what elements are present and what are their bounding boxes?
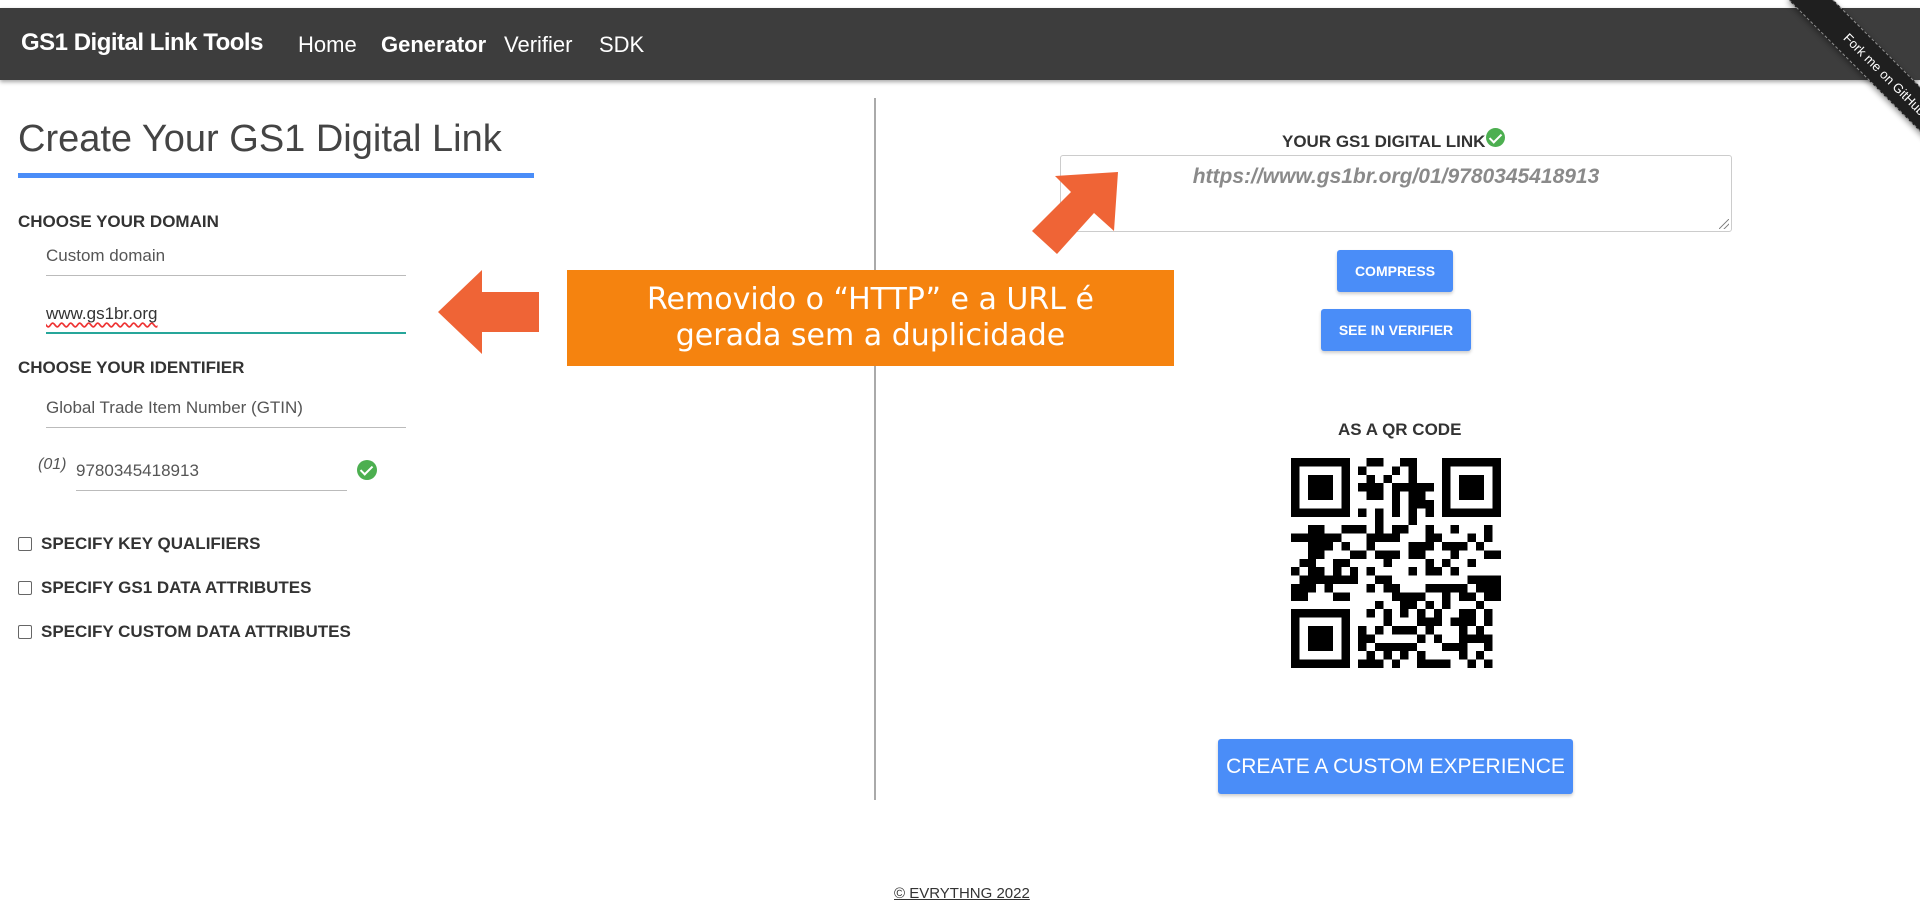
custom-attributes-label[interactable]: SPECIFY CUSTOM DATA ATTRIBUTES: [41, 622, 351, 642]
vertical-divider: [874, 98, 876, 800]
domain-type-value: Custom domain: [46, 246, 166, 265]
check-circle-icon: [1486, 128, 1505, 147]
create-custom-experience-button[interactable]: CREATE A CUSTOM EXPERIENCE: [1218, 739, 1573, 794]
see-in-verifier-button[interactable]: SEE IN VERIFIER: [1321, 309, 1471, 351]
digital-link-output[interactable]: https://www.gs1br.org/01/9780345418913: [1060, 155, 1732, 232]
digital-link-value: https://www.gs1br.org/01/9780345418913: [1192, 165, 1600, 188]
footer-copyright[interactable]: © EVRYTHNG 2022: [894, 885, 1030, 902]
qr-code-image: [1291, 458, 1501, 668]
custom-domain-value: www.gs1br.org: [46, 304, 158, 323]
key-qualifiers-label[interactable]: SPECIFY KEY QUALIFIERS: [41, 534, 260, 554]
gs1-attributes-checkbox[interactable]: [18, 581, 32, 595]
annotation-callout: Removido o “HTTP” e a URL é gerada sem a…: [567, 270, 1174, 366]
top-navbar: GS1 Digital Link Tools Home Generator Ve…: [0, 8, 1920, 80]
identifier-type-value: Global Trade Item Number (GTIN): [46, 398, 303, 417]
domain-type-select[interactable]: Custom domain: [46, 240, 406, 276]
resize-handle-icon[interactable]: [1719, 219, 1729, 229]
gtin-value: 9780345418913: [76, 461, 199, 480]
gtin-input[interactable]: 9780345418913: [76, 455, 347, 491]
nav-home[interactable]: Home: [298, 32, 357, 58]
custom-attributes-checkbox[interactable]: [18, 625, 32, 639]
custom-attributes-row[interactable]: SPECIFY CUSTOM DATA ATTRIBUTES: [18, 622, 351, 642]
page-title: Create Your GS1 Digital Link: [18, 118, 502, 160]
qr-code-label: AS A QR CODE: [1338, 420, 1462, 439]
compress-button[interactable]: COMPRESS: [1337, 250, 1453, 292]
title-underline: [18, 173, 534, 178]
arrow-up-right-icon: [1032, 172, 1118, 254]
nav-sdk[interactable]: SDK: [599, 32, 644, 58]
github-ribbon[interactable]: Fork me on GitHub: [1788, 0, 1920, 170]
key-qualifiers-row[interactable]: SPECIFY KEY QUALIFIERS: [18, 534, 260, 554]
identifier-type-select[interactable]: Global Trade Item Number (GTIN): [46, 392, 406, 428]
annotation-line-2: gerada sem a duplicidade: [675, 318, 1066, 353]
digital-link-label: YOUR GS1 DIGITAL LINK: [1282, 132, 1486, 151]
check-circle-icon: [357, 460, 377, 480]
key-qualifiers-checkbox[interactable]: [18, 537, 32, 551]
annotation-line-1: Removido o “HTTP” e a URL é: [647, 282, 1094, 317]
github-ribbon-wrap: Fork me on GitHub: [1750, 0, 1920, 170]
nav-verifier[interactable]: Verifier: [504, 32, 572, 58]
gs1-attributes-row[interactable]: SPECIFY GS1 DATA ATTRIBUTES: [18, 578, 311, 598]
identifier-section-label: CHOOSE YOUR IDENTIFIER: [18, 358, 245, 377]
brand-title[interactable]: GS1 Digital Link Tools: [21, 29, 263, 57]
nav-generator[interactable]: Generator: [381, 32, 486, 58]
ai-prefix: (01): [38, 456, 67, 473]
arrow-left-icon: [438, 270, 539, 354]
custom-domain-input[interactable]: www.gs1br.org: [46, 298, 406, 334]
domain-section-label: CHOOSE YOUR DOMAIN: [18, 212, 219, 231]
gs1-attributes-label[interactable]: SPECIFY GS1 DATA ATTRIBUTES: [41, 578, 311, 598]
